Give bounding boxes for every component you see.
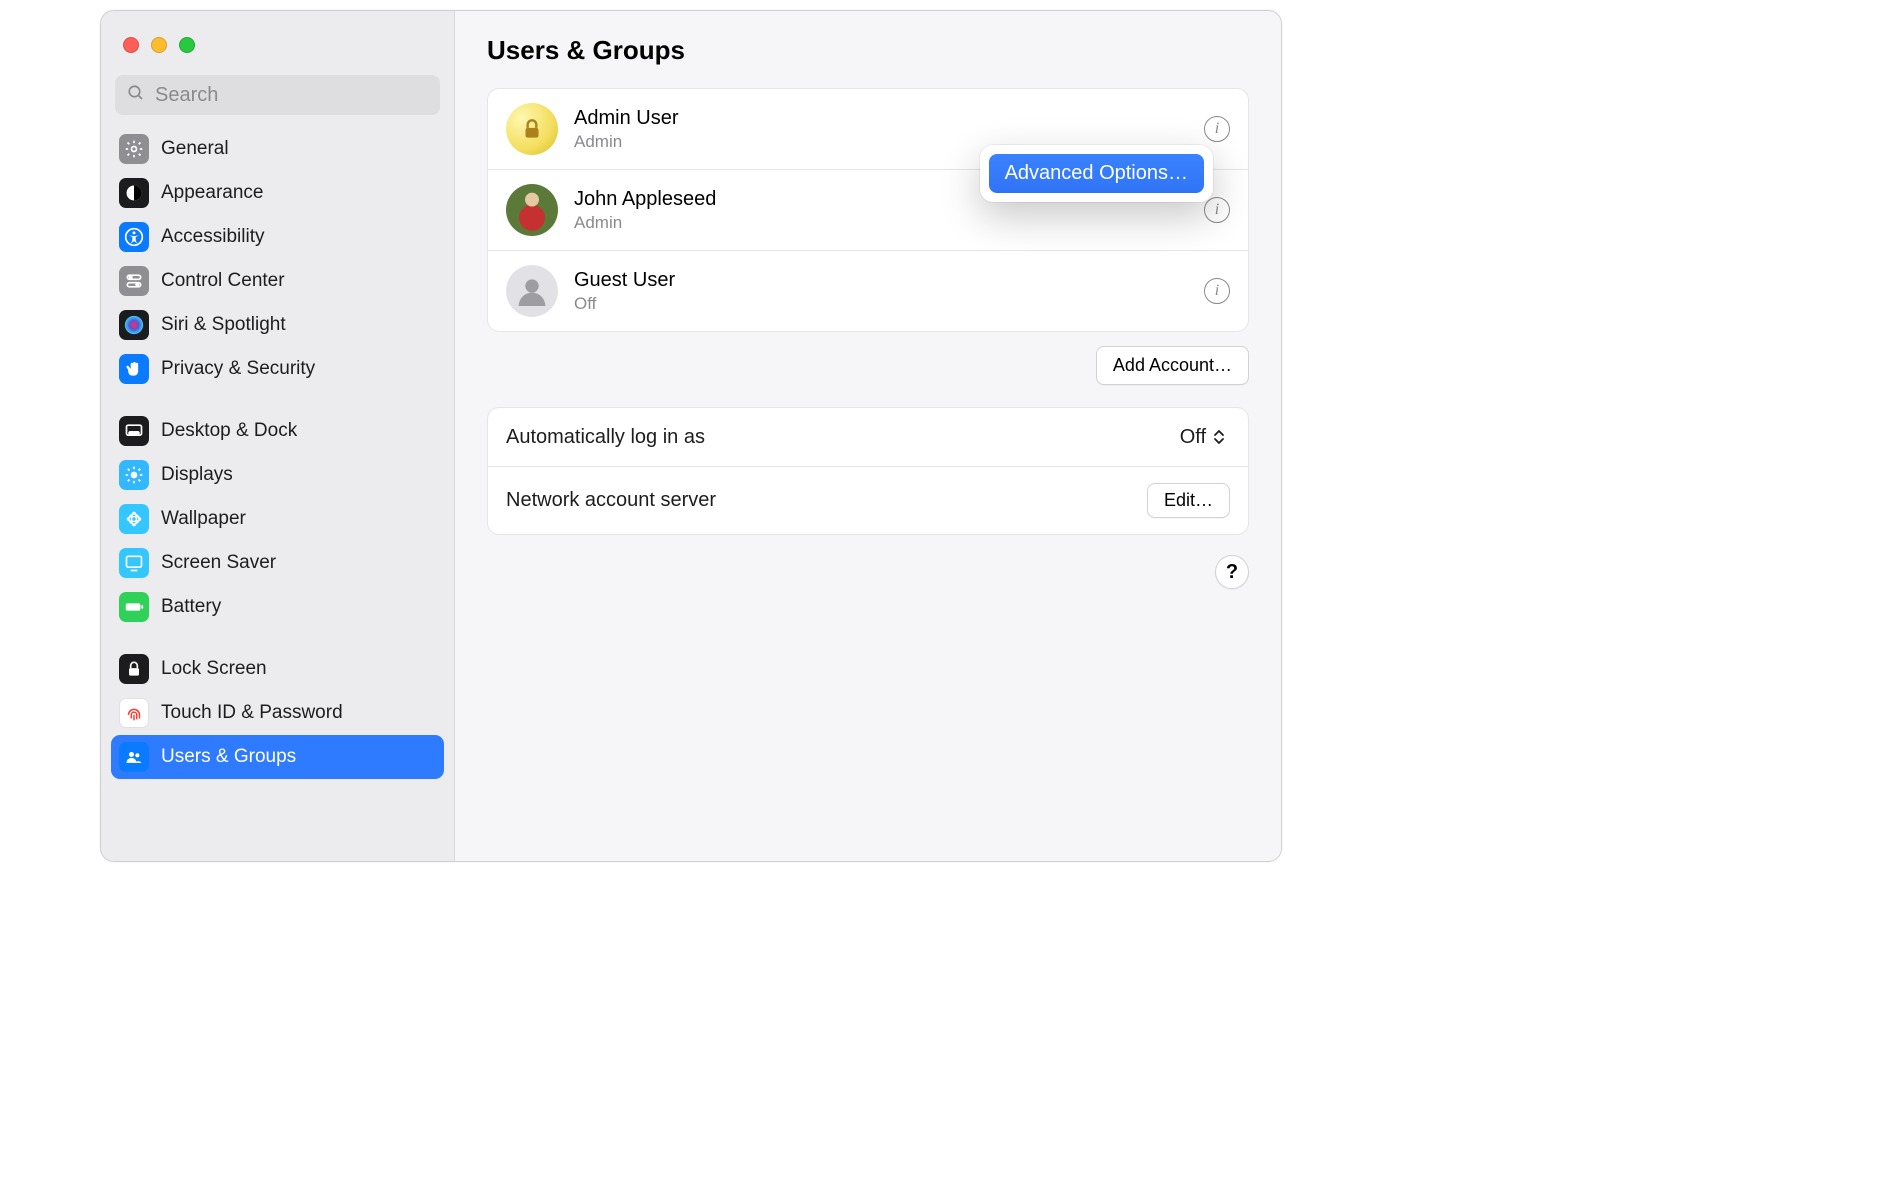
sidebar-item-label: Privacy & Security: [161, 358, 315, 381]
sidebar-item-control-center[interactable]: Control Center: [111, 259, 444, 303]
help-button[interactable]: ?: [1215, 555, 1249, 589]
sidebar-item-label: Siri & Spotlight: [161, 314, 286, 337]
user-name: Admin User: [574, 107, 1188, 130]
sidebar-item-displays[interactable]: Displays: [111, 453, 444, 497]
sidebar-item-wallpaper[interactable]: Wallpaper: [111, 497, 444, 541]
zoom-window-button[interactable]: [179, 37, 195, 53]
auto-login-value: Off: [1180, 426, 1206, 449]
sidebar-item-label: Wallpaper: [161, 508, 246, 531]
sidebar-item-label: Touch ID & Password: [161, 702, 343, 725]
sidebar-item-label: Desktop & Dock: [161, 420, 297, 443]
siri-icon: [119, 310, 149, 340]
sidebar-group-gap: [111, 629, 444, 647]
sidebar-item-screen-saver[interactable]: Screen Saver: [111, 541, 444, 585]
stepper-icon: [1212, 424, 1230, 450]
add-account-button[interactable]: Add Account…: [1096, 346, 1249, 385]
search-input[interactable]: [155, 84, 428, 107]
advanced-options-button[interactable]: Advanced Options…: [989, 154, 1204, 193]
network-server-row: Network account server Edit…: [488, 467, 1248, 534]
network-server-label: Network account server: [506, 489, 716, 512]
auto-login-row: Automatically log in as Off: [488, 408, 1248, 467]
sidebar-group-gap: [111, 391, 444, 409]
avatar: [506, 265, 558, 317]
battery-icon: [119, 592, 149, 622]
system-settings-window: General Appearance Accessibility Control Ce…: [100, 10, 1282, 862]
control-center-icon: [119, 266, 149, 296]
minimize-window-button[interactable]: [151, 37, 167, 53]
page-title: Users & Groups: [487, 35, 1249, 66]
users-list: Admin UserAdminiJohn AppleseedAdminiGues…: [487, 88, 1249, 332]
dock-icon: [119, 416, 149, 446]
sidebar-item-label: Battery: [161, 596, 221, 619]
auto-login-label: Automatically log in as: [506, 426, 705, 449]
hand-icon: [119, 354, 149, 384]
sidebar-item-label: Lock Screen: [161, 658, 267, 681]
sidebar-item-accessibility[interactable]: Accessibility: [111, 215, 444, 259]
user-row[interactable]: Guest UserOffi: [488, 251, 1248, 331]
sidebar-item-lock-screen[interactable]: Lock Screen: [111, 647, 444, 691]
sidebar-item-privacy-security[interactable]: Privacy & Security: [111, 347, 444, 391]
context-menu: Advanced Options…: [980, 145, 1213, 202]
login-settings: Automatically log in as Off Network acco…: [487, 407, 1249, 535]
traffic-lights: [101, 11, 454, 71]
edit-network-server-button[interactable]: Edit…: [1147, 483, 1230, 518]
lock-icon: [119, 654, 149, 684]
sidebar-item-appearance[interactable]: Appearance: [111, 171, 444, 215]
sidebar-list: General Appearance Accessibility Control Ce…: [101, 125, 454, 789]
avatar: [506, 103, 558, 155]
accessibility-icon: [119, 222, 149, 252]
search-field[interactable]: [115, 75, 440, 115]
sidebar-item-users-groups[interactable]: Users & Groups: [111, 735, 444, 779]
wallpaper-icon: [119, 504, 149, 534]
user-meta: Guest UserOff: [574, 269, 1188, 314]
displays-icon: [119, 460, 149, 490]
info-icon[interactable]: i: [1204, 116, 1230, 142]
appearance-icon: [119, 178, 149, 208]
main-content: Users & Groups Admin UserAdminiJohn Appl…: [455, 11, 1281, 861]
sidebar-item-general[interactable]: General: [111, 127, 444, 171]
touchid-icon: [119, 698, 149, 728]
avatar: [506, 184, 558, 236]
users-icon: [119, 742, 149, 772]
info-icon[interactable]: i: [1204, 278, 1230, 304]
search-icon: [127, 84, 145, 107]
user-role: Admin: [574, 213, 1188, 233]
sidebar-item-label: Users & Groups: [161, 746, 296, 769]
gear-icon: [119, 134, 149, 164]
auto-login-picker[interactable]: Off: [1180, 424, 1230, 450]
close-window-button[interactable]: [123, 37, 139, 53]
sidebar-item-siri-spotlight[interactable]: Siri & Spotlight: [111, 303, 444, 347]
user-name: Guest User: [574, 269, 1188, 292]
sidebar-item-label: Screen Saver: [161, 552, 276, 575]
screensaver-icon: [119, 548, 149, 578]
sidebar-item-label: General: [161, 138, 229, 161]
sidebar-item-label: Displays: [161, 464, 233, 487]
sidebar-item-touch-id-password[interactable]: Touch ID & Password: [111, 691, 444, 735]
user-role: Off: [574, 294, 1188, 314]
sidebar-item-label: Accessibility: [161, 226, 264, 249]
info-icon[interactable]: i: [1204, 197, 1230, 223]
sidebar-item-desktop-dock[interactable]: Desktop & Dock: [111, 409, 444, 453]
sidebar: General Appearance Accessibility Control Ce…: [101, 11, 455, 861]
sidebar-item-label: Appearance: [161, 182, 263, 205]
sidebar-item-battery[interactable]: Battery: [111, 585, 444, 629]
sidebar-item-label: Control Center: [161, 270, 285, 293]
